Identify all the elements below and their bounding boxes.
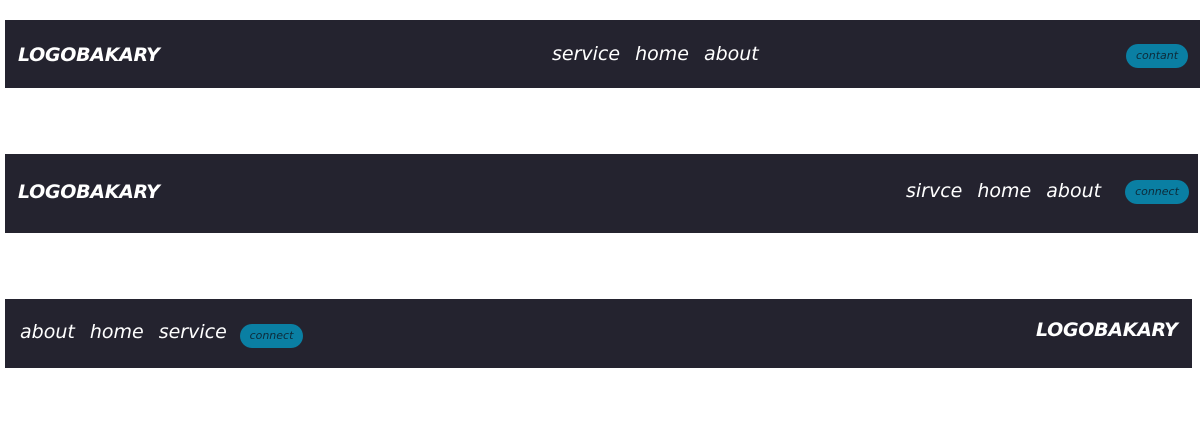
connect-button[interactable]: connect: [1125, 180, 1189, 204]
nav-link-about[interactable]: about: [704, 43, 759, 65]
nav-links: sirvce home about: [906, 180, 1101, 202]
nav-link-service[interactable]: sirvce: [906, 180, 962, 202]
contact-button[interactable]: contant: [1126, 44, 1188, 68]
nav-link-about[interactable]: about: [20, 321, 75, 343]
nav-links: about home service: [20, 321, 227, 343]
connect-button[interactable]: connect: [240, 324, 303, 348]
logo[interactable]: LOGOBAKARY: [18, 44, 160, 66]
nav-link-home[interactable]: home: [635, 43, 689, 65]
logo[interactable]: LOGOBAKARY: [1036, 319, 1178, 341]
nav-link-home[interactable]: home: [90, 321, 144, 343]
nav-links: service home about: [552, 43, 759, 65]
navbar-reversed: about home service connect LOGOBAKARY: [5, 299, 1192, 368]
nav-link-service[interactable]: service: [159, 321, 227, 343]
navbar-right-links: LOGOBAKARY sirvce home about connect: [5, 154, 1198, 233]
nav-link-about[interactable]: about: [1046, 180, 1101, 202]
navbar-centered-links: LOGOBAKARY service home about contant: [5, 20, 1200, 88]
logo[interactable]: LOGOBAKARY: [18, 181, 160, 203]
nav-link-service[interactable]: service: [552, 43, 620, 65]
nav-link-home[interactable]: home: [977, 180, 1031, 202]
